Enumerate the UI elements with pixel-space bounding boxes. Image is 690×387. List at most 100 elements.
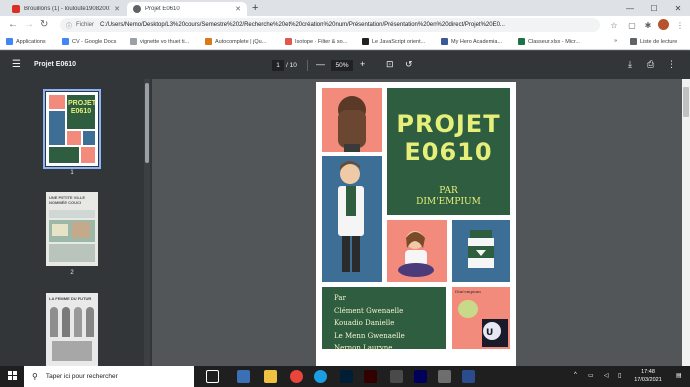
tab-gmail[interactable]: Brouillons (1) - louloute19082001 ✕ [6, 2, 126, 16]
sidebar-scrollbar-thumb[interactable] [145, 83, 149, 163]
notifications-icon[interactable]: ▤ [676, 372, 682, 379]
browser-toolbar: ← → ↻ ⓘ Fichier C:/Users/Nemo/Desktop/L3… [0, 16, 690, 34]
close-window-icon[interactable]: ✕ [666, 0, 690, 16]
bookmark-label: Applications [16, 38, 46, 45]
bookmark-javascript[interactable]: Le JavaScript orient... [362, 38, 425, 45]
page-number-input[interactable]: 1 [272, 60, 284, 71]
system-clock[interactable]: 17:48 17/03/2021 [630, 368, 666, 384]
bookmark-label: vignette vo thuet ti... [140, 38, 190, 45]
hair-illustration [338, 96, 366, 152]
taskbar-app-icon[interactable] [462, 370, 475, 383]
isotope-icon [285, 38, 292, 45]
volume-icon[interactable]: ◁ [604, 372, 609, 379]
facebook-icon [441, 38, 448, 45]
taskbar-app-icon[interactable] [438, 370, 451, 383]
thumbnail-image: UNE PETITE VILLE NOMMÉE COUCI [46, 192, 98, 266]
forward-icon[interactable]: → [24, 19, 34, 31]
document-viewer: PROJET E0610 PAR DIM'EMPIUM Par Clément … [152, 79, 682, 366]
illustrator-icon[interactable] [364, 370, 377, 383]
chrome-icon[interactable] [290, 370, 303, 383]
girl-illustration [398, 231, 434, 277]
avatar[interactable] [658, 19, 669, 30]
puzzle-icon[interactable]: ✱ [642, 19, 654, 31]
credits-list: Par Clément Gwenaelle Kouadio Danielle L… [334, 292, 405, 355]
minimize-icon[interactable]: — [618, 0, 642, 16]
reading-list[interactable]: Liste de lecture [630, 38, 677, 45]
medicine-panel [452, 220, 510, 282]
bookmark-hero[interactable]: My Hero Academia... [441, 38, 502, 45]
pdf-page-cover: PROJET E0610 PAR DIM'EMPIUM Par Clément … [316, 82, 516, 366]
thumbnail-image: PROJET E0610 [43, 89, 101, 169]
svg-text:U: U [486, 328, 493, 338]
bookmark-cv[interactable]: CV - Google Docs [62, 38, 116, 45]
thumbnail-page-1[interactable]: PROJET E0610 1 [43, 89, 101, 176]
bookmark-isotope[interactable]: Isotope · Filter & so... [285, 38, 347, 45]
docs-icon [62, 38, 69, 45]
extension-icon[interactable]: ▢ [626, 19, 638, 31]
sidebar-scrollbar[interactable] [144, 79, 150, 366]
print-icon[interactable]: ⎙ [647, 59, 654, 70]
gmail-icon [12, 5, 20, 13]
tray-arrow-icon[interactable]: ^ [574, 372, 577, 378]
zoom-input[interactable]: 50% [331, 60, 353, 71]
thumbnail-caption: UNE PETITE VILLE NOMMÉE COUCI [49, 195, 86, 205]
bookmark-autocomplete[interactable]: Autocomplete | jQu... [205, 38, 266, 45]
task-view-icon[interactable] [206, 370, 219, 383]
kebab-menu-icon[interactable]: ⋮ [674, 19, 686, 31]
reading-list-label: Liste de lecture [640, 38, 678, 45]
back-icon[interactable]: ← [8, 19, 18, 31]
document-scrollbar-thumb[interactable] [683, 87, 689, 117]
bookmarks-bar: Applications CV - Google Docs vignette v… [0, 34, 690, 50]
tab-projet[interactable]: Projet E0610 ✕ [127, 2, 247, 16]
bookmark-vignette[interactable]: vignette vo thuet ti... [130, 38, 189, 45]
title-panel: PROJET E0610 PAR DIM'EMPIUM [387, 88, 510, 215]
globe-icon [133, 5, 141, 13]
reading-list-icon [630, 38, 637, 45]
taskbar-app-icon[interactable] [390, 370, 403, 383]
document-scrollbar[interactable] [682, 79, 690, 366]
zoom-in-button[interactable]: + [360, 59, 365, 70]
bookmark-classeur[interactable]: Classeur.xlsx - Micr... [518, 38, 580, 45]
fit-page-icon[interactable]: ⊡ [386, 59, 394, 70]
tab-strip: Brouillons (1) - louloute19082001 ✕ Proj… [0, 0, 690, 16]
thumbnail-page-2[interactable]: UNE PETITE VILLE NOMMÉE COUCI 2 [46, 192, 98, 276]
cover-author: DIM'EMPIUM [416, 197, 481, 207]
credits-panel: Par Clément Gwenaelle Kouadio Danielle L… [322, 287, 446, 352]
taskbar-app-icon[interactable] [237, 370, 250, 383]
download-icon[interactable]: ⤓ [628, 59, 632, 70]
more-options-icon[interactable]: ⋮ [667, 59, 676, 70]
url-scheme: Fichier [76, 22, 95, 28]
zoom-out-button[interactable]: — [316, 59, 325, 70]
scientist-panel [322, 156, 382, 282]
photoshop-icon[interactable] [340, 370, 353, 383]
close-icon[interactable]: ✕ [114, 5, 120, 13]
reload-icon[interactable]: ↻ [40, 19, 48, 31]
logo-illustration: U [458, 300, 508, 347]
rotate-icon[interactable]: ↺ [405, 59, 413, 70]
cover-title-line2: E0610 [404, 138, 493, 166]
search-icon: ⚲ [32, 372, 38, 381]
file-explorer-icon[interactable] [264, 370, 277, 383]
address-bar[interactable]: ⓘ Fichier C:/Users/Nemo/Desktop/L3%20cou… [60, 18, 600, 32]
thumbnail-page-3[interactable]: LA FEMME DU FUTUR [46, 293, 98, 366]
new-tab-button[interactable]: + [252, 2, 258, 14]
premiere-icon[interactable] [414, 370, 427, 383]
credit-name: Clément Gwenaelle [334, 306, 404, 315]
bookmark-applications[interactable]: Applications [6, 38, 46, 45]
pdf-toolbar: ☰ Projet E0610 1 / 10 — 50% + ⊡ ↺ ⤓ ⎙ ⋮ [0, 51, 690, 79]
windows-start-icon[interactable] [8, 371, 18, 381]
info-icon[interactable]: ⓘ [66, 21, 72, 30]
star-icon[interactable]: ☆ [608, 19, 620, 31]
jquery-icon [205, 38, 212, 45]
edge-icon[interactable] [314, 370, 327, 383]
taskbar-search[interactable]: ⚲ Taper ici pour rechercher [24, 366, 194, 387]
network-icon[interactable]: ▭ [588, 372, 594, 379]
cover-by: PAR [439, 186, 458, 196]
cover-title: PROJET E0610 [387, 110, 510, 166]
menu-icon[interactable]: ☰ [12, 60, 21, 70]
maximize-icon[interactable]: ☐ [642, 0, 666, 16]
page-icon [130, 38, 137, 45]
bookmarks-overflow[interactable]: » [614, 38, 617, 44]
close-icon[interactable]: ✕ [235, 5, 241, 13]
battery-icon[interactable]: ▯ [618, 372, 621, 379]
